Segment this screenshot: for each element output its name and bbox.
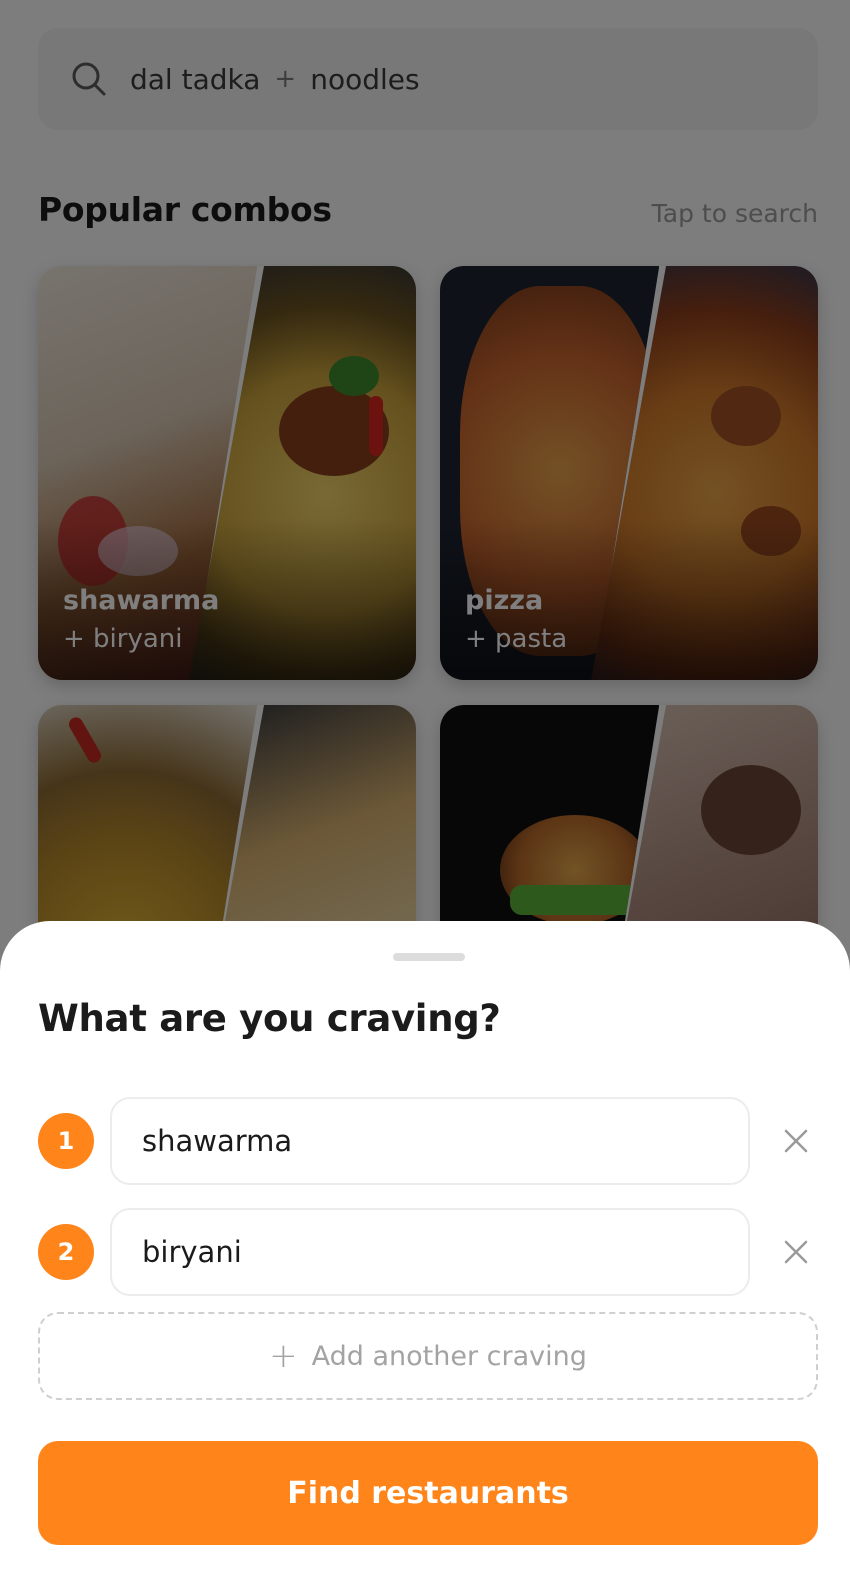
find-restaurants-button[interactable]: Find restaurants xyxy=(38,1441,818,1545)
craving-row-1: 1 xyxy=(38,1097,818,1185)
craving-number-badge: 1 xyxy=(38,1113,94,1169)
plus-icon: + xyxy=(269,1336,298,1376)
craving-row-2: 2 xyxy=(38,1208,818,1296)
craving-bottom-sheet: What are you craving? 1 2 + Add another … xyxy=(0,921,850,1588)
close-icon[interactable] xyxy=(778,1234,814,1270)
close-icon[interactable] xyxy=(778,1123,814,1159)
craving-input-2[interactable] xyxy=(110,1208,750,1296)
add-craving-button[interactable]: + Add another craving xyxy=(38,1312,818,1400)
sheet-drag-handle[interactable] xyxy=(393,953,465,961)
sheet-title: What are you craving? xyxy=(38,997,501,1040)
craving-number-badge: 2 xyxy=(38,1224,94,1280)
craving-input-1[interactable] xyxy=(110,1097,750,1185)
add-craving-label: Add another craving xyxy=(311,1340,587,1372)
